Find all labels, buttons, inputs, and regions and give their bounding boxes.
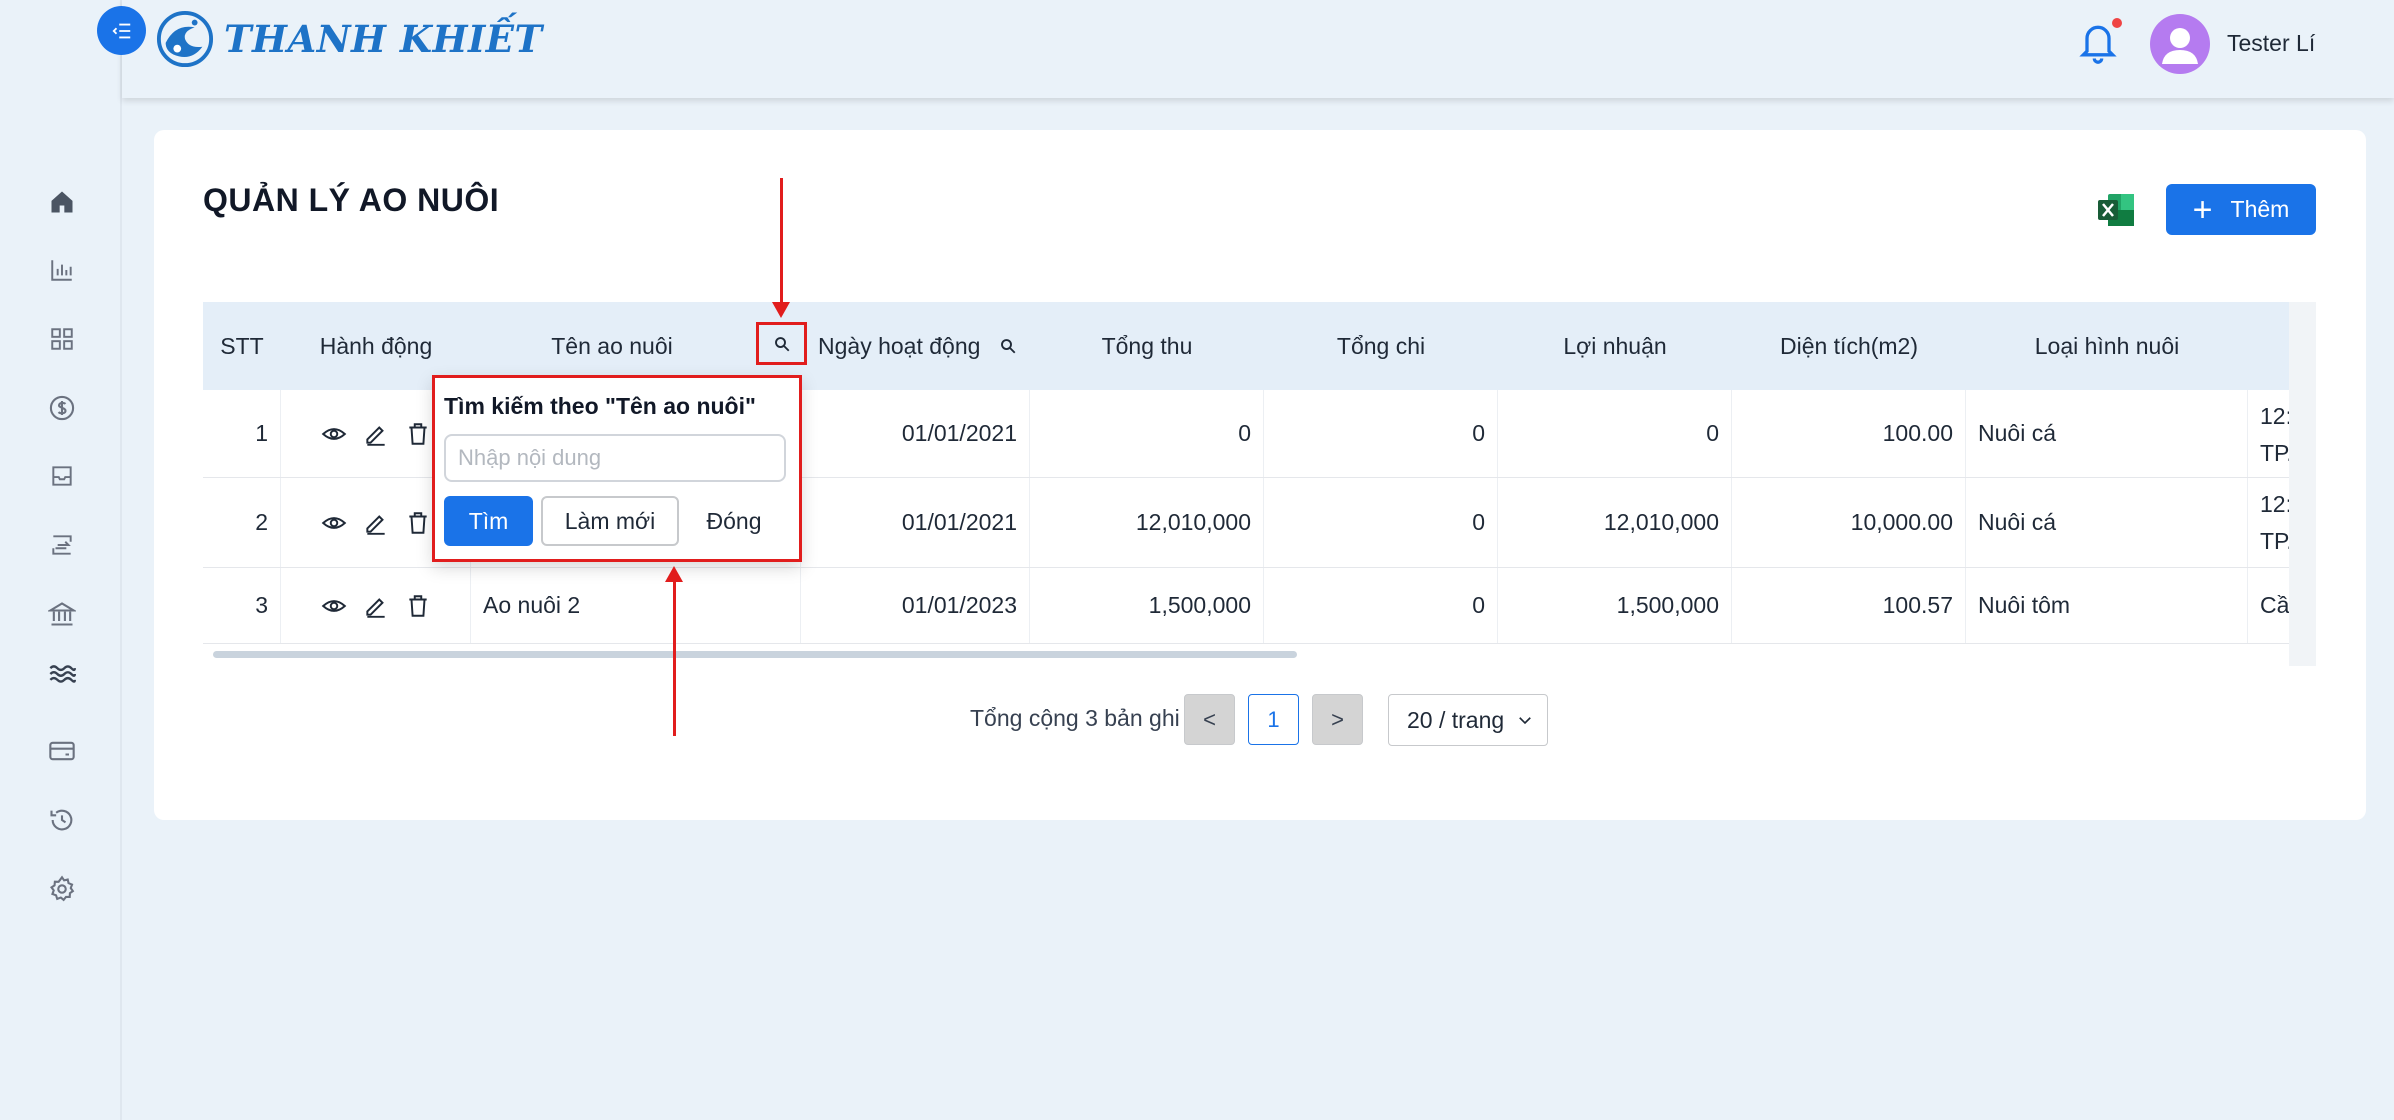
sidebar <box>0 0 122 1120</box>
cell-date: 01/01/2021 <box>801 478 1030 567</box>
page-1-button[interactable]: 1 <box>1248 694 1299 745</box>
add-button[interactable]: + Thêm <box>2166 184 2316 235</box>
chevron-down-icon <box>1516 711 1534 729</box>
search-button[interactable]: Tìm <box>444 496 533 546</box>
header-profit: Lợi nhuận <box>1563 332 1667 359</box>
delete-icon[interactable] <box>405 421 431 447</box>
avatar[interactable] <box>2150 14 2210 74</box>
header-date: Ngày hoạt động <box>818 332 981 359</box>
dollar-icon[interactable] <box>44 390 80 426</box>
logo[interactable]: THANH KHIẾT <box>156 10 543 68</box>
next-page-button[interactable]: > <box>1312 694 1363 745</box>
cell-area: 10,000.00 <box>1732 478 1966 567</box>
header-expense: Tổng chi <box>1336 332 1426 359</box>
cell-actions <box>281 568 471 643</box>
cell-stt: 1 <box>203 390 281 477</box>
chevron-right-icon: > <box>1331 706 1344 732</box>
cell-area: 100.57 <box>1732 568 1966 643</box>
search-input[interactable] <box>444 434 786 482</box>
bar-chart-icon[interactable] <box>44 252 80 288</box>
horizontal-scrollbar[interactable] <box>213 651 1297 658</box>
delete-icon[interactable] <box>405 510 431 536</box>
cell-type: Nuôi cá <box>1966 478 2248 567</box>
logo-text: THANH KHIẾT <box>224 17 543 61</box>
cell-name: Ao nuôi 2 <box>471 568 801 643</box>
cell-date: 01/01/2021 <box>801 390 1030 477</box>
cell-profit: 12,010,000 <box>1498 478 1732 567</box>
fixed-column-edge <box>2289 302 2316 666</box>
gear-icon[interactable] <box>44 871 80 907</box>
header-stt: STT <box>220 332 264 359</box>
cell-expense: 0 <box>1264 478 1498 567</box>
grid-icon[interactable] <box>44 321 80 357</box>
cell-date: 01/01/2023 <box>801 568 1030 643</box>
cell-stt: 3 <box>203 568 281 643</box>
bank-icon[interactable] <box>44 596 80 632</box>
page-size-select[interactable]: 20 / trang <box>1388 694 1548 746</box>
history-icon[interactable] <box>44 802 80 838</box>
cell-type: Nuôi tôm <box>1966 568 2248 643</box>
cell-revenue: 1,500,000 <box>1030 568 1264 643</box>
inbox-icon[interactable] <box>44 458 80 494</box>
cell-profit: 0 <box>1498 390 1732 477</box>
edit-icon[interactable] <box>363 510 389 536</box>
plus-icon: + <box>2192 190 2213 229</box>
view-icon[interactable] <box>321 421 347 447</box>
prev-page-button[interactable]: < <box>1184 694 1235 745</box>
popover-title: Tìm kiếm theo "Tên ao nuôi" <box>444 393 756 419</box>
home-icon[interactable] <box>44 184 80 220</box>
annotation-arrow-down <box>772 178 790 318</box>
transfer-icon[interactable] <box>44 527 80 563</box>
cell-revenue: 0 <box>1030 390 1264 477</box>
notification-dot <box>2112 18 2122 28</box>
page-size-value: 20 / trang <box>1407 706 1505 733</box>
excel-export-icon[interactable] <box>2096 190 2136 230</box>
cell-stt: 2 <box>203 478 281 567</box>
cell-profit: 1,500,000 <box>1498 568 1732 643</box>
wallet-icon[interactable] <box>44 733 80 769</box>
header-area: Diện tích(m2) <box>1779 332 1919 359</box>
cell-expense: 0 <box>1264 390 1498 477</box>
date-search-icon[interactable] <box>993 302 1023 390</box>
menu-toggle-button[interactable] <box>97 6 146 55</box>
logo-fish-icon <box>156 10 214 68</box>
menu-fold-icon <box>111 23 130 38</box>
cell-area: 100.00 <box>1732 390 1966 477</box>
close-button[interactable]: Đóng <box>689 496 779 546</box>
header-revenue: Tổng thu <box>1101 332 1193 359</box>
cell-revenue: 12,010,000 <box>1030 478 1264 567</box>
reset-button[interactable]: Làm mới <box>541 496 679 546</box>
user-icon <box>2162 28 2198 64</box>
chevron-left-icon: < <box>1203 706 1216 732</box>
add-button-label: Thêm <box>2230 196 2290 222</box>
user-name[interactable]: Tester Lí <box>2227 30 2315 57</box>
table-row: 3 Ao nuôi 2 01/01/2023 1,500,000 0 1,500… <box>203 568 2295 644</box>
edit-icon[interactable] <box>363 421 389 447</box>
page-title: QUẢN LÝ AO NUÔI <box>203 182 500 218</box>
waves-icon[interactable] <box>44 656 80 692</box>
column-search-popover: Tìm kiếm theo "Tên ao nuôi" Tìm Làm mới … <box>432 375 802 562</box>
total-records: Tổng cộng 3 bản ghi <box>970 705 1180 731</box>
name-search-icon[interactable] <box>756 322 807 365</box>
cell-type: Nuôi cá <box>1966 390 2248 477</box>
view-icon[interactable] <box>321 510 347 536</box>
view-icon[interactable] <box>321 593 347 619</box>
edit-icon[interactable] <box>363 593 389 619</box>
delete-icon[interactable] <box>405 593 431 619</box>
annotation-arrow-up <box>665 566 683 736</box>
header-type: Loại hình nuôi <box>2034 332 2180 359</box>
cell-expense: 0 <box>1264 568 1498 643</box>
